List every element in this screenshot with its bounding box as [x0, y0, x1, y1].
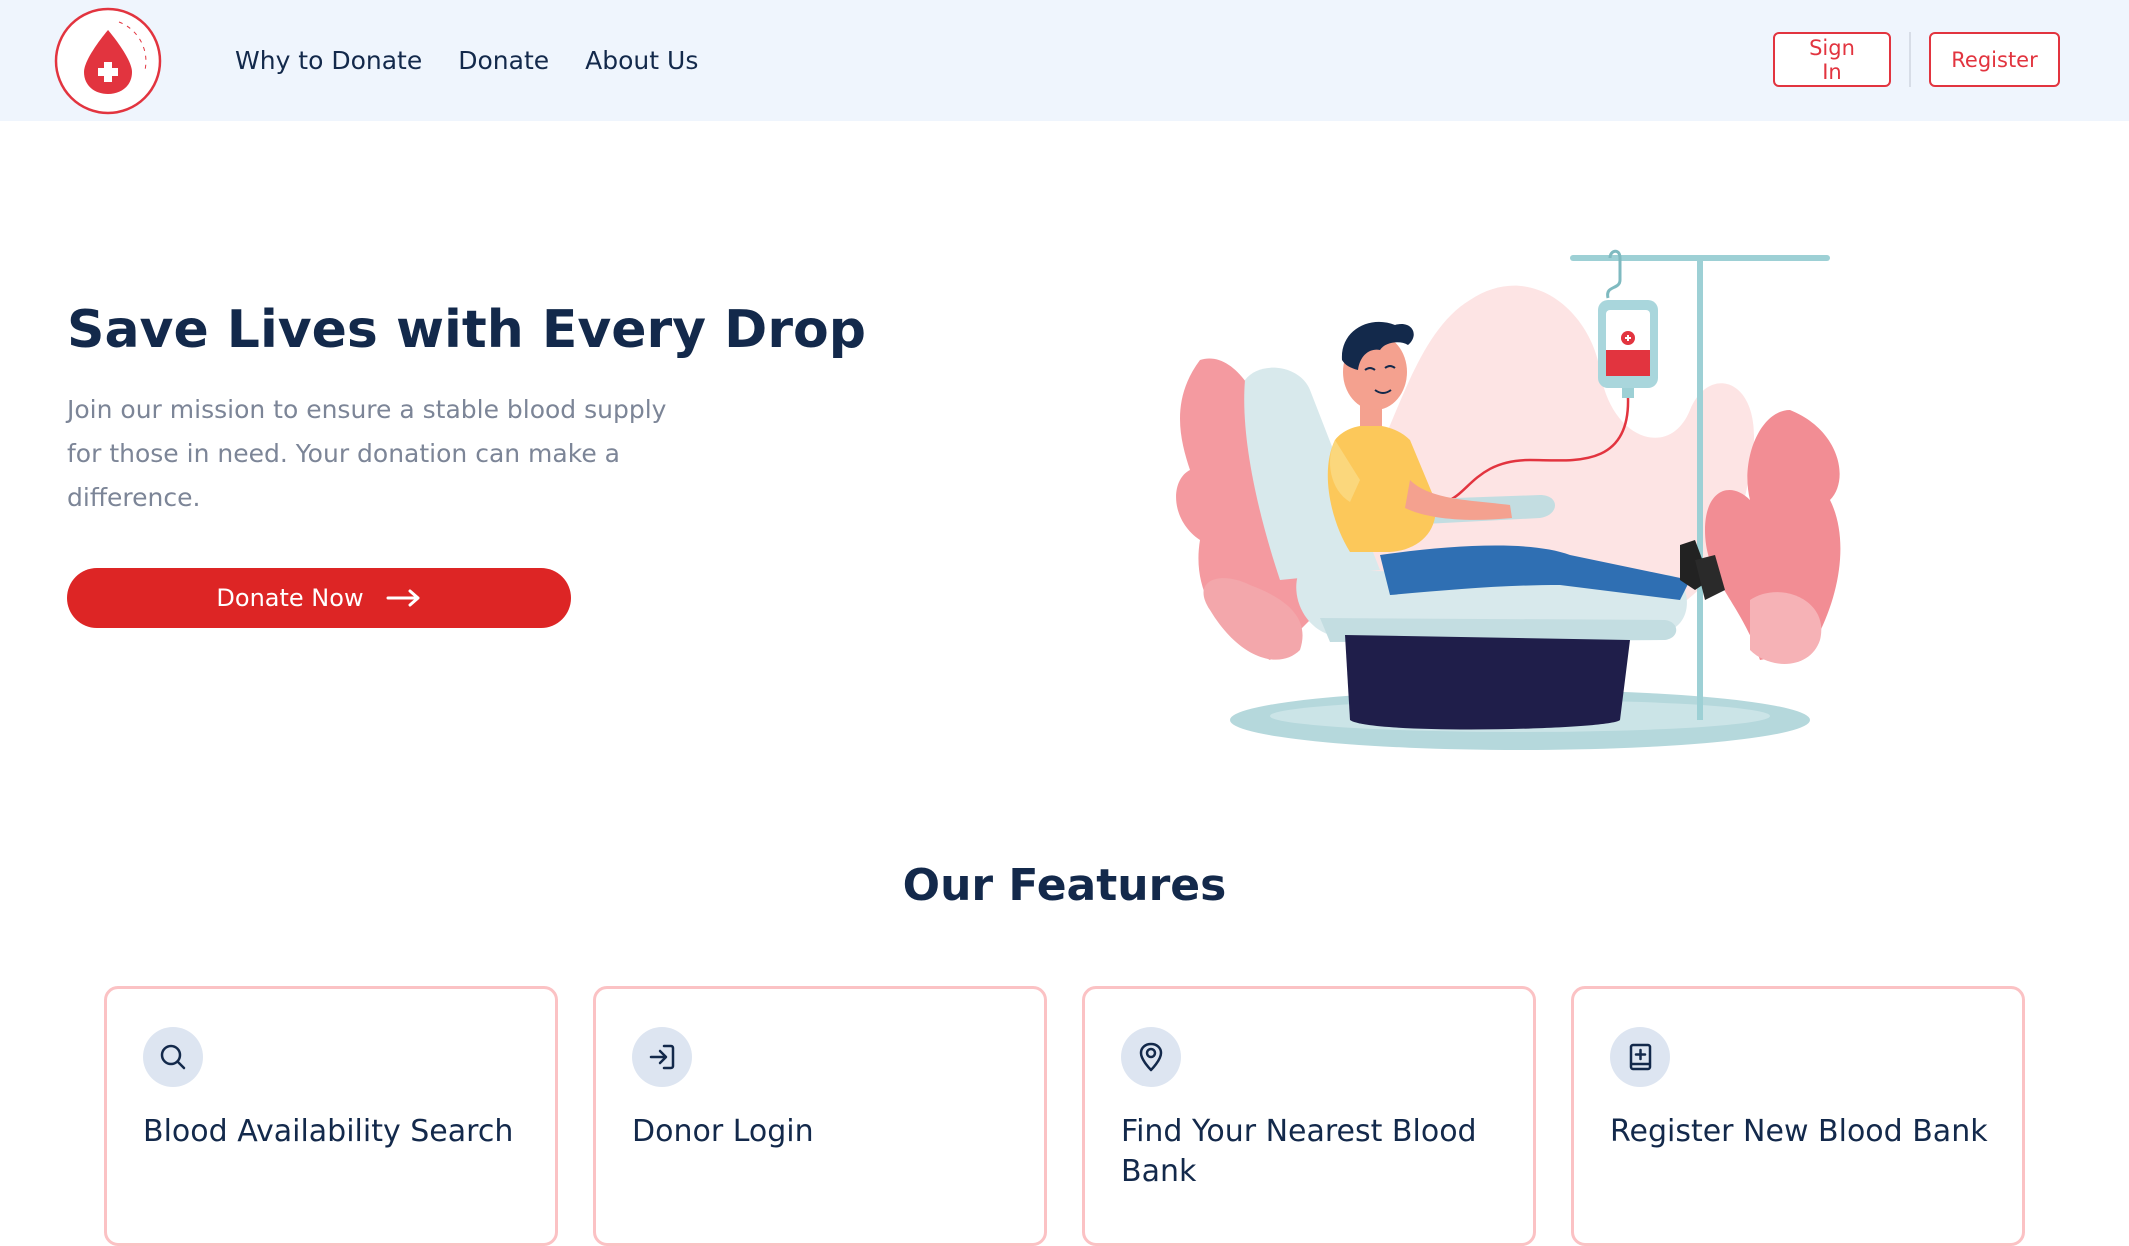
donate-now-label: Donate Now — [216, 584, 364, 612]
map-pin-icon — [1121, 1027, 1181, 1087]
feature-label: Donor Login — [632, 1114, 814, 1149]
nav-donate[interactable]: Donate — [458, 46, 549, 75]
hero-subtitle: Join our mission to ensure a stable bloo… — [67, 395, 667, 512]
add-book-icon — [1610, 1027, 1670, 1087]
nav-about-us[interactable]: About Us — [585, 46, 698, 75]
feature-label: Register New Blood Bank — [1610, 1114, 1988, 1149]
sign-in-button[interactable]: Sign In — [1773, 32, 1891, 87]
auth-divider — [1909, 32, 1911, 87]
feature-card-find-nearest-blood-bank[interactable]: Find Your Nearest Blood Bank — [1082, 986, 1536, 1246]
navbar: Why to Donate Donate About Us Sign In Re… — [0, 0, 2129, 121]
auth-buttons: Sign In Register — [1773, 32, 2060, 87]
hero-title: Save Lives with Every Drop — [67, 300, 866, 360]
blood-bank-logo[interactable] — [53, 6, 163, 116]
features-title: Our Features — [902, 860, 1227, 911]
search-icon — [143, 1027, 203, 1087]
feature-label: Blood Availability Search — [143, 1114, 514, 1149]
feature-card-register-new-blood-bank[interactable]: Register New Blood Bank — [1571, 986, 2025, 1246]
login-icon — [632, 1027, 692, 1087]
feature-card-donor-login[interactable]: Donor Login — [593, 986, 1047, 1246]
feature-label: Find Your Nearest Blood Bank — [1121, 1114, 1477, 1189]
man-donating-blood-illustration — [1150, 240, 1850, 760]
nav-why-to-donate[interactable]: Why to Donate — [235, 46, 422, 75]
register-button[interactable]: Register — [1929, 32, 2060, 87]
blood-drop-plus-icon — [54, 7, 162, 115]
feature-card-blood-availability-search[interactable]: Blood Availability Search — [104, 986, 558, 1246]
donate-now-button[interactable]: Donate Now — [67, 568, 571, 628]
arrow-right-icon — [386, 589, 420, 607]
main-nav: Why to Donate Donate About Us — [235, 0, 734, 121]
